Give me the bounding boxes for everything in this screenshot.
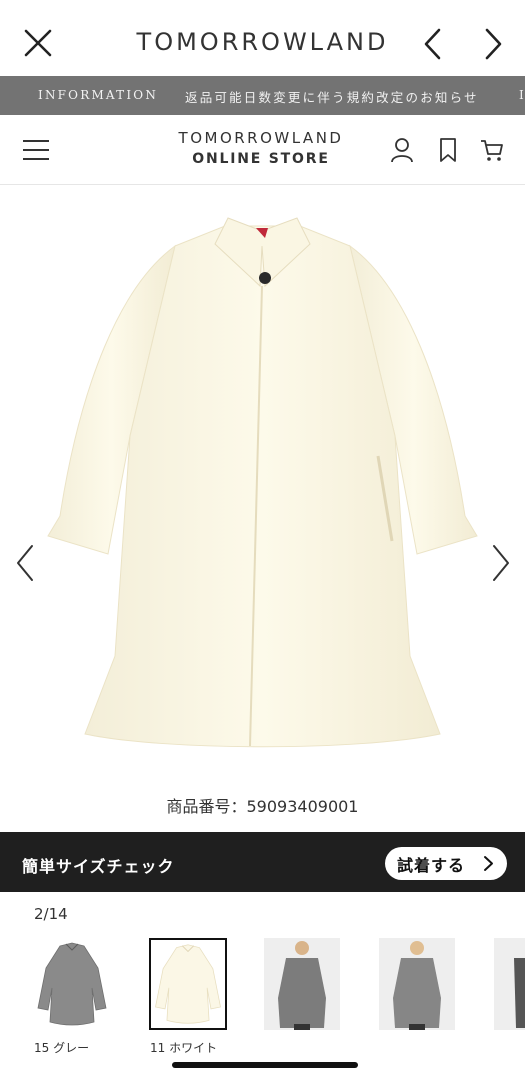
- thumbnail-model-partial[interactable]: [494, 938, 525, 1030]
- home-indicator[interactable]: [172, 1062, 358, 1068]
- thumbnail-model-grey-coat-1[interactable]: [264, 938, 340, 1030]
- cart-icon[interactable]: [480, 137, 504, 163]
- color-option-label: 11 ホワイト: [150, 1041, 218, 1055]
- store-logo[interactable]: TOMORROWLAND ONLINE STORE: [150, 129, 372, 167]
- thumbnail-model-grey-coat-2[interactable]: [379, 938, 455, 1030]
- information-next-label: I: [519, 88, 524, 102]
- page-title: TOMORROWLAND: [136, 28, 389, 56]
- store-logo-line1: TOMORROWLAND: [178, 129, 344, 147]
- chevron-left-icon[interactable]: [14, 543, 36, 583]
- thumbnail-grey-coat[interactable]: [34, 938, 110, 1030]
- model-photo: [379, 938, 455, 1030]
- menu-icon[interactable]: [22, 138, 50, 162]
- bookmark-icon[interactable]: [438, 137, 458, 163]
- store-header: TOMORROWLAND ONLINE STORE: [0, 115, 525, 185]
- information-message[interactable]: 返品可能日数変更に伴う規約改定のお知らせ: [185, 87, 479, 106]
- browser-top-bar: TOMORROWLAND: [0, 0, 525, 76]
- user-icon[interactable]: [390, 137, 414, 163]
- chevron-right-icon: [484, 856, 493, 871]
- white-coat-image: [155, 944, 221, 1024]
- product-number: 商品番号：59093409001: [166, 797, 359, 816]
- try-on-button-label: 試着する: [397, 855, 466, 875]
- product-image-white-coat: [47, 217, 478, 748]
- product-image-carousel[interactable]: [0, 186, 525, 786]
- grey-coat-image: [37, 942, 107, 1026]
- color-option-label: 15 グレー: [34, 1041, 90, 1055]
- size-check-label: 簡単サイズチェック: [22, 857, 175, 876]
- chevron-right-icon[interactable]: [490, 543, 512, 583]
- thumbnail-white-coat[interactable]: [149, 938, 227, 1030]
- try-on-button[interactable]: 試着する: [385, 847, 507, 880]
- model-photo: [264, 938, 340, 1030]
- model-photo: [494, 938, 525, 1030]
- information-label: INFORMATION: [38, 88, 159, 102]
- store-logo-line2: ONLINE STORE: [192, 151, 330, 167]
- color-thumbnail-strip: 15 グレー 11 ホワイト: [0, 936, 525, 1056]
- information-banner[interactable]: INFORMATION 返品可能日数変更に伴う規約改定のお知らせ I: [0, 76, 525, 115]
- chevron-left-icon[interactable]: [421, 27, 445, 61]
- chevron-right-icon[interactable]: [481, 27, 505, 61]
- size-check-bar: 簡単サイズチェック 試着する: [0, 832, 525, 892]
- image-counter: 2/14: [34, 905, 68, 923]
